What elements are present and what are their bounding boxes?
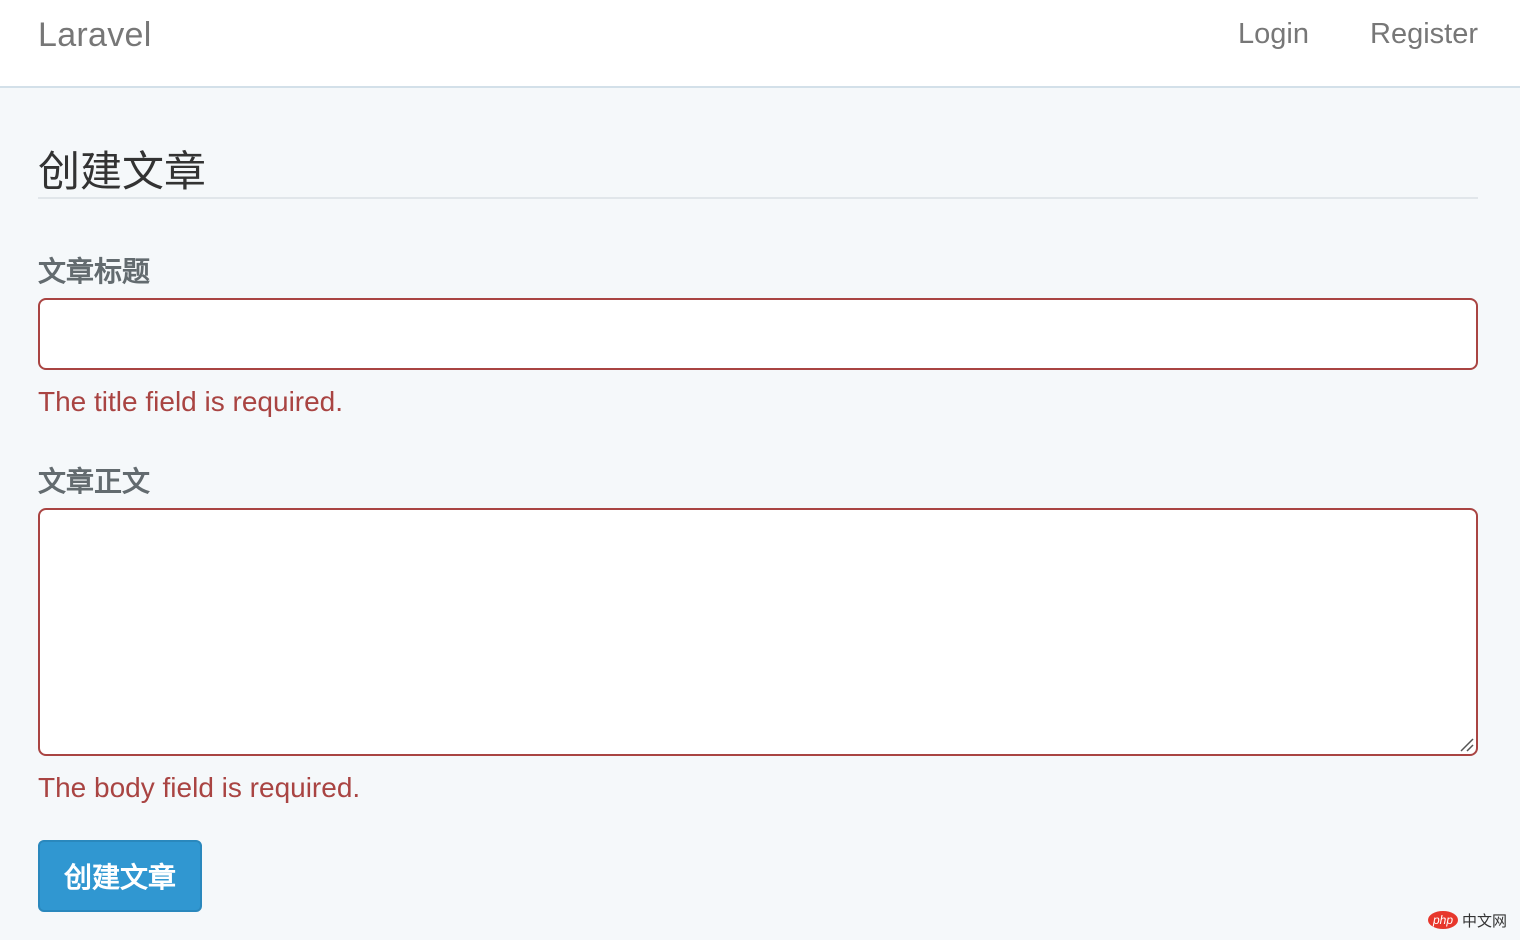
resize-handle-icon[interactable] [1458, 736, 1474, 752]
title-field-label: 文章标题 [38, 256, 151, 287]
brand-link[interactable]: Laravel [38, 16, 152, 55]
site-watermark: php 中文网 [1428, 908, 1507, 932]
title-error-message: The title field is required. [38, 386, 344, 417]
php-logo-icon: php [1428, 911, 1458, 929]
login-link[interactable]: Login [1238, 18, 1309, 51]
title-divider [38, 197, 1478, 199]
body-field-label: 文章正文 [38, 466, 151, 497]
body-error-message: The body field is required. [38, 772, 361, 803]
title-input[interactable] [38, 298, 1478, 370]
body-textarea[interactable] [38, 508, 1478, 756]
watermark-text: 中文网 [1462, 912, 1508, 930]
top-navbar: Laravel Login Register [0, 0, 1520, 88]
page-title: 创建文章 [38, 148, 207, 195]
register-link[interactable]: Register [1370, 18, 1478, 51]
create-article-button[interactable]: 创建文章 [38, 840, 202, 912]
